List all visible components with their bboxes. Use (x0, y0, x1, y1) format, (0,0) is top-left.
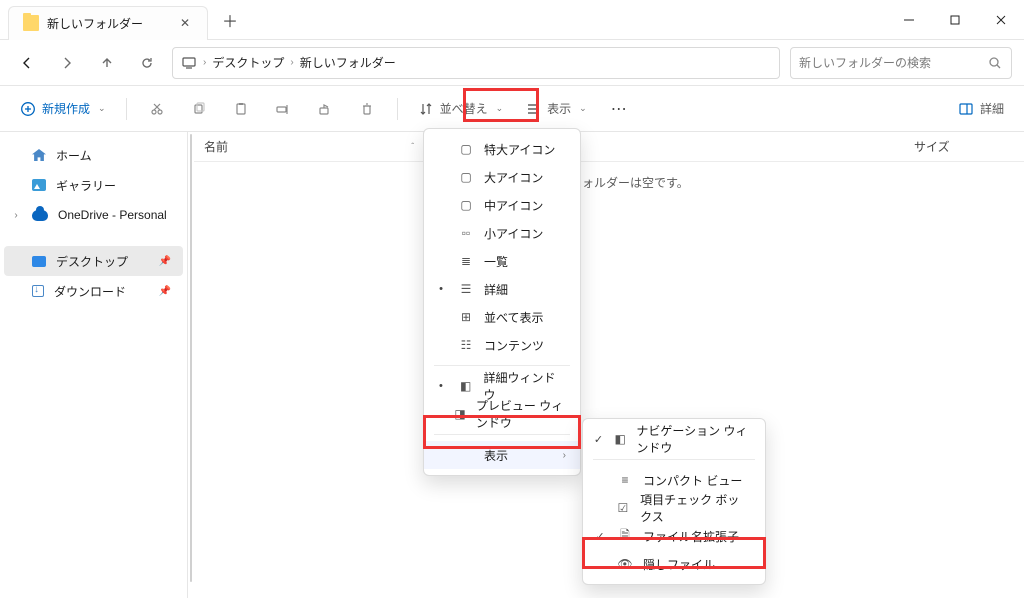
menu-item-file-extensions[interactable]: ✓🗎ファイル名拡張子 (583, 522, 765, 550)
menu-item-item-checkboxes[interactable]: ☑項目チェック ボックス (583, 494, 765, 522)
menu-item-content[interactable]: ☷コンテンツ (424, 331, 580, 359)
navigation-pane-icon: ◧ (614, 432, 626, 446)
tab-close-button[interactable]: ✕ (177, 15, 193, 31)
show-submenu: ✓◧ナビゲーション ウィンドウ ≡コンパクト ビュー ☑項目チェック ボックス … (582, 418, 766, 585)
file-icon: 🗎 (617, 526, 633, 547)
menu-separator (434, 365, 570, 366)
details-icon: ☰ (458, 282, 474, 296)
cut-button[interactable] (139, 93, 175, 125)
preview-pane-icon: ◨ (454, 407, 466, 421)
navigation-bar: › デスクトップ › 新しいフォルダー 新しいフォルダーの検索 (0, 40, 1024, 86)
list-icon: ≣ (458, 254, 474, 268)
refresh-button[interactable] (132, 48, 162, 78)
compact-view-icon: ≡ (617, 473, 633, 487)
search-placeholder: 新しいフォルダーの検索 (799, 54, 981, 71)
delete-button[interactable] (349, 93, 385, 125)
chevron-right-icon: › (563, 450, 566, 461)
pin-icon: 📌 (159, 286, 171, 297)
breadcrumb-segment[interactable]: 新しいフォルダー (300, 54, 396, 71)
eye-icon: 👁 (617, 557, 633, 571)
chevron-right-icon: › (203, 57, 206, 68)
title-bar: 新しいフォルダー ✕ ＋ (0, 0, 1024, 40)
menu-item-show-submenu[interactable]: 表示› (424, 441, 580, 469)
empty-folder-message: ォルダーは空です。 (582, 174, 689, 191)
medium-icons-icon: ▢ (458, 198, 474, 212)
download-icon (32, 285, 44, 297)
menu-item-preview-pane[interactable]: ◨プレビュー ウィンドウ (424, 400, 580, 428)
close-button[interactable] (978, 1, 1024, 39)
gallery-icon (32, 179, 46, 191)
toolbar: 新規作成 ⌄ 並べ替え ⌄ 表示 ⌄ ⋯ 詳細 (0, 86, 1024, 132)
menu-separator (434, 434, 570, 435)
small-icons-icon: ▫▫ (458, 226, 474, 240)
menu-item-large-icons[interactable]: ▢大アイコン (424, 163, 580, 191)
sidebar-item-gallery[interactable]: ギャラリー (4, 170, 183, 200)
tiles-icon: ⊞ (458, 310, 474, 324)
pin-icon: 📌 (159, 256, 171, 267)
chevron-down-icon: ⌄ (579, 103, 587, 114)
chevron-right-icon[interactable]: › (10, 210, 22, 221)
large-icons-icon: ▢ (458, 170, 474, 184)
menu-item-medium-icons[interactable]: ▢中アイコン (424, 191, 580, 219)
paste-button[interactable] (223, 93, 259, 125)
monitor-icon (181, 55, 197, 71)
separator (126, 98, 127, 120)
column-size[interactable]: サイズ (904, 138, 1024, 155)
sort-indicator-icon: ˆ (411, 142, 414, 151)
breadcrumb[interactable]: › デスクトップ › 新しいフォルダー (172, 47, 780, 79)
folder-icon (23, 15, 39, 31)
column-headers: 名前ˆ サイズ (194, 132, 1024, 162)
breadcrumb-segment[interactable]: デスクトップ (212, 54, 284, 71)
chevron-down-icon: ⌄ (496, 103, 504, 114)
maximize-button[interactable] (932, 1, 978, 39)
menu-item-hidden-items[interactable]: 👁隠しファイル (583, 550, 765, 578)
menu-item-details-pane[interactable]: •◧詳細ウィンドウ (424, 372, 580, 400)
search-icon (987, 55, 1003, 71)
sidebar-item-desktop[interactable]: デスクトップ📌 (4, 246, 183, 276)
up-button[interactable] (92, 48, 122, 78)
separator (397, 98, 398, 120)
back-button[interactable] (12, 48, 42, 78)
extra-large-icons-icon: ▢ (458, 142, 474, 156)
new-button[interactable]: 新規作成 ⌄ (12, 93, 114, 125)
forward-button[interactable] (52, 48, 82, 78)
desktop-icon (32, 256, 46, 267)
menu-item-compact-view[interactable]: ≡コンパクト ビュー (583, 466, 765, 494)
search-input[interactable]: 新しいフォルダーの検索 (790, 47, 1012, 79)
minimize-button[interactable] (886, 1, 932, 39)
tab[interactable]: 新しいフォルダー ✕ (8, 6, 208, 40)
sidebar-item-downloads[interactable]: ダウンロード📌 (4, 276, 183, 306)
menu-item-details[interactable]: •☰詳細 (424, 275, 580, 303)
view-menu: ▢特大アイコン ▢大アイコン ▢中アイコン ▫▫小アイコン ≣一覧 •☰詳細 ⊞… (423, 128, 581, 476)
details-pane-icon: ◧ (458, 379, 474, 393)
details-pane-button[interactable]: 詳細 (950, 93, 1012, 125)
more-button[interactable]: ⋯ (601, 93, 637, 125)
sort-button[interactable]: 並べ替え ⌄ (410, 93, 512, 125)
home-icon (32, 149, 46, 161)
menu-item-list[interactable]: ≣一覧 (424, 247, 580, 275)
view-button[interactable]: 表示 ⌄ (517, 93, 595, 125)
window-controls (886, 1, 1024, 39)
column-name[interactable]: 名前ˆ (194, 138, 424, 155)
menu-item-navigation-pane[interactable]: ✓◧ナビゲーション ウィンドウ (583, 425, 765, 453)
chevron-down-icon: ⌄ (98, 103, 106, 114)
share-button[interactable] (307, 93, 343, 125)
sidebar-item-onedrive[interactable]: ›OneDrive - Personal (4, 200, 183, 230)
chevron-right-icon: › (290, 57, 293, 68)
menu-item-extra-large-icons[interactable]: ▢特大アイコン (424, 135, 580, 163)
menu-separator (593, 459, 755, 460)
copy-button[interactable] (181, 93, 217, 125)
rename-button[interactable] (265, 93, 301, 125)
new-tab-button[interactable]: ＋ (214, 4, 246, 36)
menu-item-small-icons[interactable]: ▫▫小アイコン (424, 219, 580, 247)
tab-title: 新しいフォルダー (47, 15, 169, 32)
sidebar-item-home[interactable]: ホーム (4, 140, 183, 170)
content-icon: ☷ (458, 338, 474, 352)
cloud-icon (32, 210, 48, 221)
navigation-sidebar: ホーム ギャラリー ›OneDrive - Personal デスクトップ📌 ダ… (0, 132, 188, 598)
menu-item-tiles[interactable]: ⊞並べて表示 (424, 303, 580, 331)
checkbox-icon: ☑ (616, 501, 630, 515)
